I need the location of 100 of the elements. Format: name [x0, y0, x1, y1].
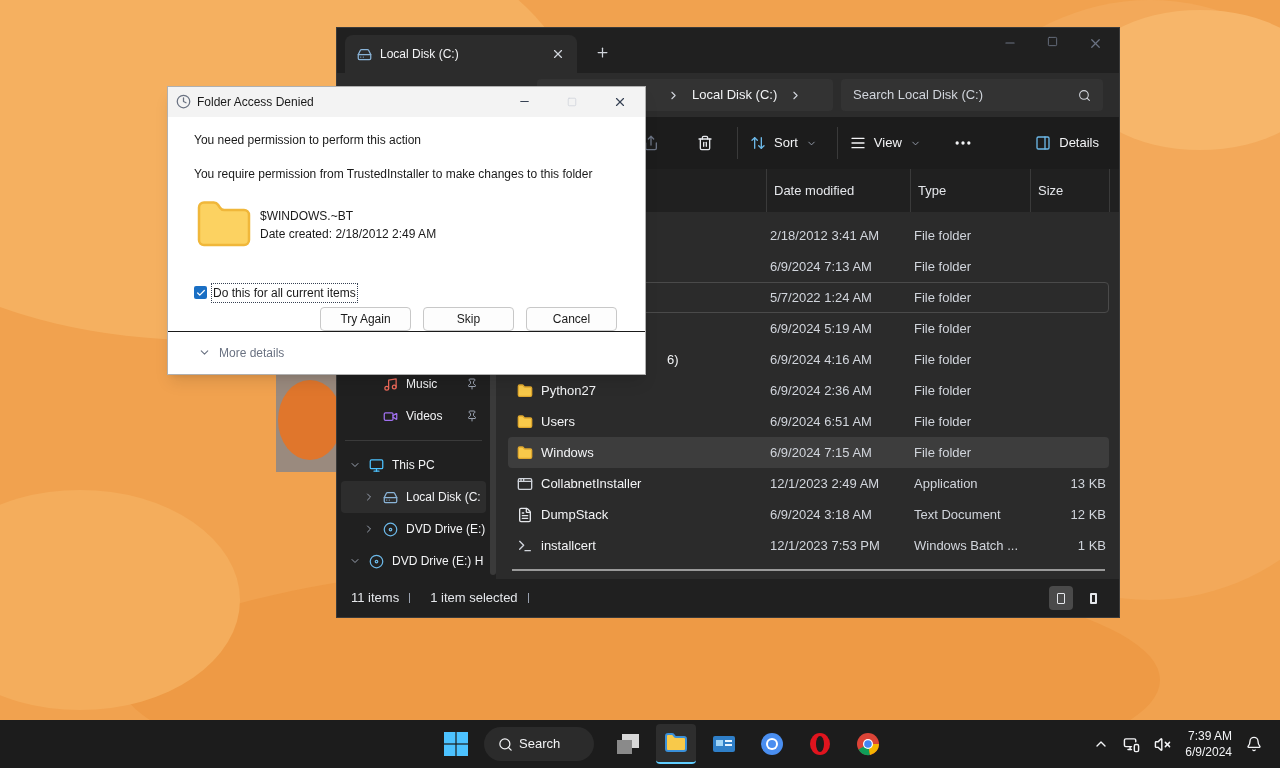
volume-muted-icon[interactable] [1154, 735, 1172, 753]
task-view-icon [616, 733, 640, 755]
dialog-message: You require permission from TrustedInstaller to make changes to this folder [194, 165, 594, 183]
sidebar-label: Music [406, 376, 439, 393]
tab[interactable]: Local Disk (C:) [345, 35, 577, 73]
control-panel-icon [712, 734, 736, 754]
date-cell-text: 6/9/2024 2:36 AM [769, 381, 873, 400]
taskbar-app-button[interactable] [656, 724, 696, 764]
date-cell-text: 6/9/2024 4:16 AM [769, 350, 873, 369]
date-cell-text: 6/9/2024 7:13 AM [769, 257, 873, 276]
file-row[interactable]: CollabnetInstaller 12/1/2023 2:49 AM Application 13 KB [508, 468, 1109, 499]
toolbar-menu-button[interactable]: Sort [737, 127, 829, 159]
more-details-link[interactable]: More details [219, 343, 285, 362]
search-input[interactable]: Search Local Disk (C:) [853, 85, 1078, 105]
sidebar-item[interactable]: This PC [341, 449, 486, 481]
file-row[interactable]: Python27 6/9/2024 2:36 AM File folder [508, 375, 1109, 406]
delete-icon[interactable] [697, 135, 713, 151]
file-name: $WINDOWS.~BT [260, 207, 354, 225]
file-name: 6) [667, 350, 679, 369]
date-cell-text: 2/18/2012 3:41 AM [769, 226, 881, 245]
toolbar-menu-button[interactable]: View [836, 127, 933, 159]
type-cell-text: File folder [913, 226, 973, 245]
chrome-icon [856, 732, 880, 756]
file-date: Date created: 2/18/2012 2:49 AM [260, 225, 437, 243]
checkbox-label: Do this for all current items [211, 282, 358, 303]
clock-icon [176, 94, 191, 110]
dialog-button[interactable]: Cancel [526, 306, 617, 331]
type-cell-text: File folder [913, 443, 973, 462]
file-row[interactable]: installcert 12/1/2023 7:53 PM Windows Batch ... 1 KB [508, 530, 1109, 561]
list-icon [849, 135, 866, 151]
start-icon[interactable] [444, 732, 468, 756]
new-tab-icon[interactable] [595, 45, 610, 60]
monitor-icon [369, 457, 384, 473]
tiles-view-icon [1089, 592, 1097, 604]
dialog-title: Folder Access Denied [197, 93, 315, 111]
type-cell-text: Application [913, 474, 979, 493]
disc-icon [369, 553, 384, 569]
date-cell-text: 5/7/2022 1:24 AM [769, 288, 873, 307]
close-icon[interactable] [551, 47, 565, 61]
browser-icon [760, 732, 784, 756]
file-row[interactable]: Users 6/9/2024 6:51 AM File folder [508, 406, 1109, 437]
type-cell-text: File folder [913, 319, 973, 338]
type-cell-text: Text Document [913, 505, 1002, 524]
sidebar-label: DVD Drive (E:) H [392, 553, 485, 570]
type-cell-text: File folder [913, 288, 973, 307]
file-row[interactable]: DumpStack 6/9/2024 3:18 AM Text Document 12 KB [508, 499, 1109, 530]
network-icon[interactable] [1123, 735, 1141, 753]
sidebar-label: Local Disk (C: [406, 489, 482, 506]
column-header[interactable]: Date modified [766, 169, 910, 212]
folder-icon [517, 413, 533, 430]
type-cell-text: File folder [913, 350, 973, 369]
type-cell-text: Windows Batch ... [913, 536, 1020, 555]
details-pane-icon [1035, 135, 1052, 151]
search-field[interactable]: Search Local Disk (C:) [841, 79, 1103, 111]
folder-icon [517, 382, 533, 399]
breadcrumb-item[interactable]: Local Disk (C:) [692, 85, 778, 105]
details-button[interactable]: Details [1027, 127, 1107, 159]
folder-icon [517, 444, 533, 461]
sidebar-label: This PC [392, 457, 436, 474]
clock-time[interactable]: 7:39 AM [1187, 728, 1232, 744]
sidebar-item[interactable]: DVD Drive (E:) H [341, 545, 486, 577]
date-cell-text: 6/9/2024 5:19 AM [769, 319, 873, 338]
checkbox[interactable] [194, 286, 207, 300]
date-cell-text: 12/1/2023 7:53 PM [769, 536, 881, 555]
size-cell-text: 13 KB [1070, 474, 1106, 493]
horizontal-scrollbar[interactable] [512, 569, 1105, 571]
sidebar-item[interactable]: DVD Drive (E:) [341, 513, 486, 545]
details-view-button[interactable] [1049, 586, 1073, 610]
status-text: 1 item selected [430, 589, 518, 608]
type-cell-text: File folder [913, 412, 973, 431]
search-icon [1078, 88, 1091, 102]
drive-icon [383, 489, 398, 505]
type-cell-text: File folder [913, 257, 973, 276]
file-name: Users [541, 412, 575, 431]
file-row[interactable]: Windows 6/9/2024 7:15 AM File folder [508, 437, 1109, 468]
taskbar-search[interactable]: Search [484, 727, 594, 761]
document-icon [517, 506, 533, 523]
tab-title: Local Disk (C:) [380, 46, 460, 63]
date-cell-text: 12/1/2023 2:49 AM [769, 474, 881, 493]
file-name: Python27 [541, 381, 596, 400]
dialog-button[interactable]: Try Again [320, 306, 411, 331]
status-text: 11 items [351, 589, 400, 608]
sort-icon [750, 135, 766, 151]
application-icon [517, 475, 533, 492]
column-header[interactable]: Type [910, 169, 1030, 212]
folder-icon [664, 731, 688, 755]
sidebar-item[interactable]: Local Disk (C: [341, 481, 486, 513]
sidebar-item[interactable]: Videos [341, 400, 486, 432]
dialog-button[interactable]: Skip [423, 306, 514, 331]
notification-icon[interactable] [1246, 736, 1262, 752]
maximize-icon[interactable] [1047, 36, 1058, 47]
check-icon [195, 287, 206, 298]
clock-date[interactable]: 6/9/2024 [1185, 744, 1232, 760]
date-cell-text: 6/9/2024 7:15 AM [769, 443, 873, 462]
disc-icon [383, 521, 398, 537]
drive-icon [357, 46, 372, 62]
column-header[interactable]: Size [1030, 169, 1110, 212]
share-icon[interactable] [643, 135, 659, 151]
file-name: DumpStack [541, 505, 609, 524]
size-cell-text: 12 KB [1070, 505, 1106, 524]
